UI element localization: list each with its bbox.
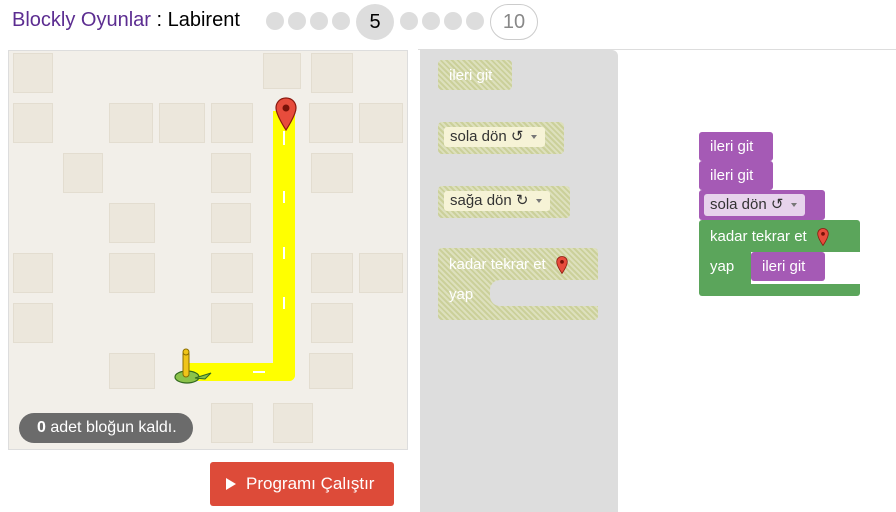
run-program-label: Programı Çalıştır — [246, 474, 375, 493]
toolbox-block-turn-left[interactable]: sola dön ↺ — [438, 122, 564, 154]
maze-wall — [13, 253, 53, 293]
maze-wall — [211, 303, 253, 343]
block-label: ileri git — [449, 67, 493, 84]
block-label: kadar tekrar et — [449, 256, 568, 275]
maze-canvas: 0 adet bloğun kaldı. — [8, 50, 408, 450]
dropdown-arrow-icon — [791, 203, 798, 207]
maze-wall — [13, 103, 53, 143]
turn-direction-dropdown[interactable]: sola dön ↺ — [704, 194, 806, 216]
block-label: kadar tekrar et — [710, 228, 829, 247]
level-1-dot[interactable] — [266, 12, 284, 30]
page-title: Blockly Oyunlar : Labirent — [12, 9, 240, 32]
do-label: yap — [710, 258, 735, 275]
workspace-block-move-forward[interactable]: ileri git — [699, 161, 773, 190]
statement-slot — [490, 280, 598, 306]
path-lane-mark — [283, 131, 285, 145]
play-icon — [226, 478, 236, 490]
workspace-block-turn-left[interactable]: sola dön ↺ — [699, 190, 825, 220]
block-label: ileri git — [710, 167, 754, 184]
toolbox-block-move-forward[interactable]: ileri git — [438, 60, 512, 90]
maze-wall — [211, 103, 253, 143]
maze-wall — [159, 103, 205, 143]
blocks-remaining-badge: 0 adet bloğun kaldı. — [19, 413, 193, 443]
nested-block-move-forward[interactable]: ileri git — [751, 252, 825, 281]
toolbox-block-repeat-until[interactable]: kadar tekrar et yap — [438, 248, 598, 320]
level-9-dot[interactable] — [466, 12, 484, 30]
maze-wall — [311, 253, 353, 293]
maze-path-vertical — [273, 111, 295, 381]
maze-wall — [311, 303, 353, 343]
path-lane-mark — [283, 247, 285, 259]
maze-wall — [359, 103, 403, 143]
block-label: ileri git — [710, 138, 754, 155]
path-lane-mark — [283, 191, 285, 203]
goal-marker-icon — [275, 97, 297, 131]
turn-direction-dropdown[interactable]: sola dön ↺ — [444, 127, 546, 147]
maze-wall — [211, 203, 251, 243]
dropdown-arrow-icon — [536, 199, 543, 203]
dropdown-arrow-icon — [531, 135, 538, 139]
maze-wall — [309, 103, 353, 143]
maze-wall — [109, 253, 155, 293]
header: Blockly Oyunlar : Labirent 5 10 — [0, 0, 896, 48]
dropdown-value: sola dön ↺ — [710, 196, 784, 213]
path-lane-mark — [253, 371, 265, 373]
maze-wall — [263, 53, 301, 89]
level-7-dot[interactable] — [422, 12, 440, 30]
level-8-dot[interactable] — [444, 12, 462, 30]
path-lane-mark — [283, 297, 285, 309]
turn-direction-dropdown[interactable]: sağa dön ↻ — [444, 191, 551, 211]
maze-wall — [109, 203, 155, 243]
repeat-label: kadar tekrar et — [449, 256, 546, 273]
maze-wall — [211, 403, 253, 443]
workspace-block-repeat-until[interactable]: kadar tekrar et yap ileri git — [699, 220, 860, 296]
current-level[interactable]: 5 — [356, 4, 394, 40]
goal-marker-icon — [556, 256, 568, 275]
level-4-dot[interactable] — [332, 12, 350, 30]
do-label: yap — [449, 286, 474, 303]
level-2-dot[interactable] — [288, 12, 306, 30]
pegman-icon — [174, 348, 212, 384]
toolbox-block-turn-right[interactable]: sağa dön ↻ — [438, 186, 570, 218]
block-label: ileri git — [762, 258, 806, 275]
last-level[interactable]: 10 — [490, 4, 538, 40]
level-6-dot[interactable] — [400, 12, 418, 30]
maze-wall — [211, 253, 253, 293]
maze-wall — [309, 353, 353, 389]
repeat-label: kadar tekrar et — [710, 228, 807, 245]
level-3-dot[interactable] — [310, 12, 328, 30]
workspace-block-move-forward[interactable]: ileri git — [699, 132, 773, 161]
maze-wall — [13, 303, 53, 343]
run-program-button[interactable]: Programı Çalıştır — [210, 462, 394, 506]
app-title-link[interactable]: Blockly Oyunlar — [12, 9, 151, 31]
maze-wall — [63, 153, 103, 193]
goal-marker-icon — [817, 228, 829, 247]
dropdown-value: sağa dön ↻ — [450, 192, 529, 209]
maze-wall — [13, 53, 53, 93]
maze-wall — [109, 103, 153, 143]
maze-wall — [211, 153, 251, 193]
maze-wall — [311, 153, 353, 193]
blocks-remaining-count: 0 — [37, 419, 46, 436]
maze-wall — [273, 403, 313, 443]
maze-wall — [359, 253, 403, 293]
dropdown-value: sola dön ↺ — [450, 128, 524, 145]
maze-wall — [109, 353, 155, 389]
maze-wall — [311, 53, 353, 93]
title-separator: : — [150, 9, 168, 31]
blocks-remaining-text: adet bloğun kaldı. — [45, 419, 177, 436]
game-title: Labirent — [167, 9, 240, 31]
